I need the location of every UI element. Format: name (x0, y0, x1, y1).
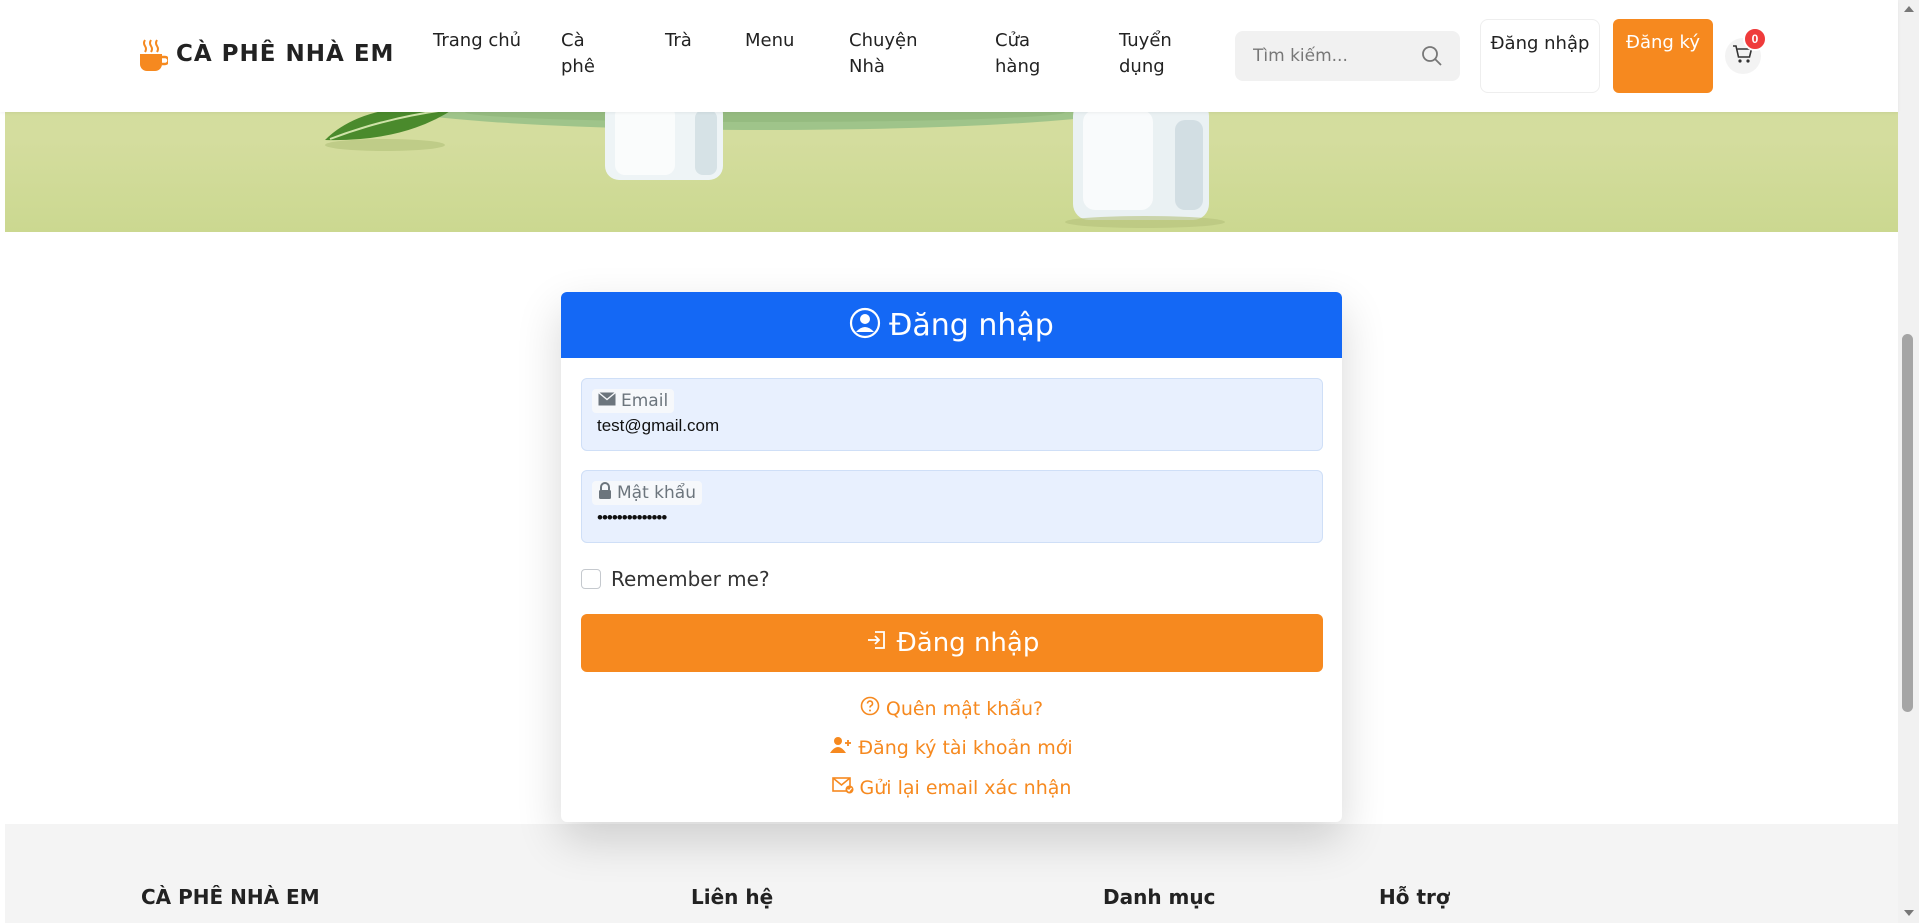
email-field[interactable]: Email test@gmail.com (581, 378, 1323, 451)
scrollbar-thumb[interactable] (1902, 334, 1913, 712)
register-account-label: Đăng ký tài khoản mới (858, 736, 1073, 759)
remember-me: Remember me? (581, 567, 770, 591)
password-label: Mật khẩu (592, 481, 702, 505)
nav-item-cua-hang[interactable]: Cửa hàng (995, 28, 1119, 80)
password-field[interactable]: Mật khẩu •••••••••••••• (581, 470, 1323, 543)
nav-item-menu[interactable]: Menu (745, 28, 849, 80)
user-plus-icon (830, 736, 852, 759)
banner-ice-shadow (1065, 216, 1225, 228)
brand-logo[interactable]: CÀ PHÊ NHÀ EM (138, 38, 395, 71)
login-submit-label: Đăng nhập (896, 628, 1040, 658)
envelope-icon (598, 391, 616, 411)
scroll-up-arrow-icon[interactable] (1904, 6, 1914, 12)
login-title: Đăng nhập (889, 307, 1054, 343)
password-input[interactable]: •••••••••••••• (597, 508, 667, 528)
email-label: Email (592, 389, 675, 413)
header-login-button[interactable]: Đăng nhập (1480, 19, 1600, 93)
footer-contact-title: Liên hệ (691, 885, 774, 909)
coffee-cup-icon (138, 38, 170, 71)
user-circle-icon (849, 307, 881, 344)
cart-count-badge: 0 (1743, 27, 1767, 51)
banner-ice-cube-1 (605, 100, 723, 180)
login-card-header: Đăng nhập (561, 292, 1342, 358)
banner-leaf-shadow (325, 139, 445, 151)
nav-item-ca-phe[interactable]: Cà phê (561, 28, 601, 80)
scroll-down-arrow-icon[interactable] (1904, 910, 1914, 916)
footer-support-title: Hỗ trợ (1379, 885, 1450, 909)
password-label-text: Mật khẩu (617, 483, 696, 503)
email-label-text: Email (621, 391, 669, 411)
resend-email-label: Gửi lại email xác nhận (859, 776, 1072, 799)
register-account-link[interactable]: Đăng ký tài khoản mới (561, 736, 1342, 759)
nav-item-trang-chu[interactable]: Trang chủ (433, 28, 561, 80)
nav-item-chuyen-nha[interactable]: Chuyện Nhà (849, 28, 995, 80)
footer-brand-title: CÀ PHÊ NHÀ EM (141, 885, 320, 909)
main-nav: Trang chủ Cà phê Trà Menu Chuyện Nhà Cửa… (433, 28, 1199, 80)
login-card: Đăng nhập Email test@gmail.com Mật khẩu … (561, 292, 1342, 822)
page: CÀ PHÊ NHÀ EM Trang chủ Cà phê Trà Menu … (0, 0, 1919, 923)
banner-ice-cube-2 (1073, 100, 1209, 220)
question-circle-icon (860, 696, 880, 721)
nav-item-tuyen-dung[interactable]: Tuyển dụng (1119, 28, 1199, 80)
forgot-password-label: Quên mật khẩu? (885, 697, 1044, 720)
login-submit-button[interactable]: Đăng nhập (581, 614, 1323, 672)
search-icon[interactable] (1420, 44, 1444, 73)
header-register-button[interactable]: Đăng ký (1613, 19, 1713, 93)
login-arrow-icon (865, 628, 889, 659)
email-input[interactable]: test@gmail.com (597, 416, 719, 436)
site-header: CÀ PHÊ NHÀ EM Trang chủ Cà phê Trà Menu … (0, 0, 1898, 112)
search-box (1235, 31, 1460, 81)
lock-icon (598, 481, 612, 505)
forgot-password-link[interactable]: Quên mật khẩu? (561, 696, 1342, 721)
search-input[interactable] (1253, 46, 1413, 66)
remember-label[interactable]: Remember me? (611, 567, 770, 591)
brand-name: CÀ PHÊ NHÀ EM (176, 41, 395, 67)
envelope-check-icon (831, 776, 854, 799)
nav-item-tra[interactable]: Trà (665, 28, 745, 80)
resend-email-link[interactable]: Gửi lại email xác nhận (561, 776, 1342, 799)
remember-checkbox[interactable] (581, 569, 601, 589)
footer-categories-title: Danh mục (1103, 885, 1216, 909)
